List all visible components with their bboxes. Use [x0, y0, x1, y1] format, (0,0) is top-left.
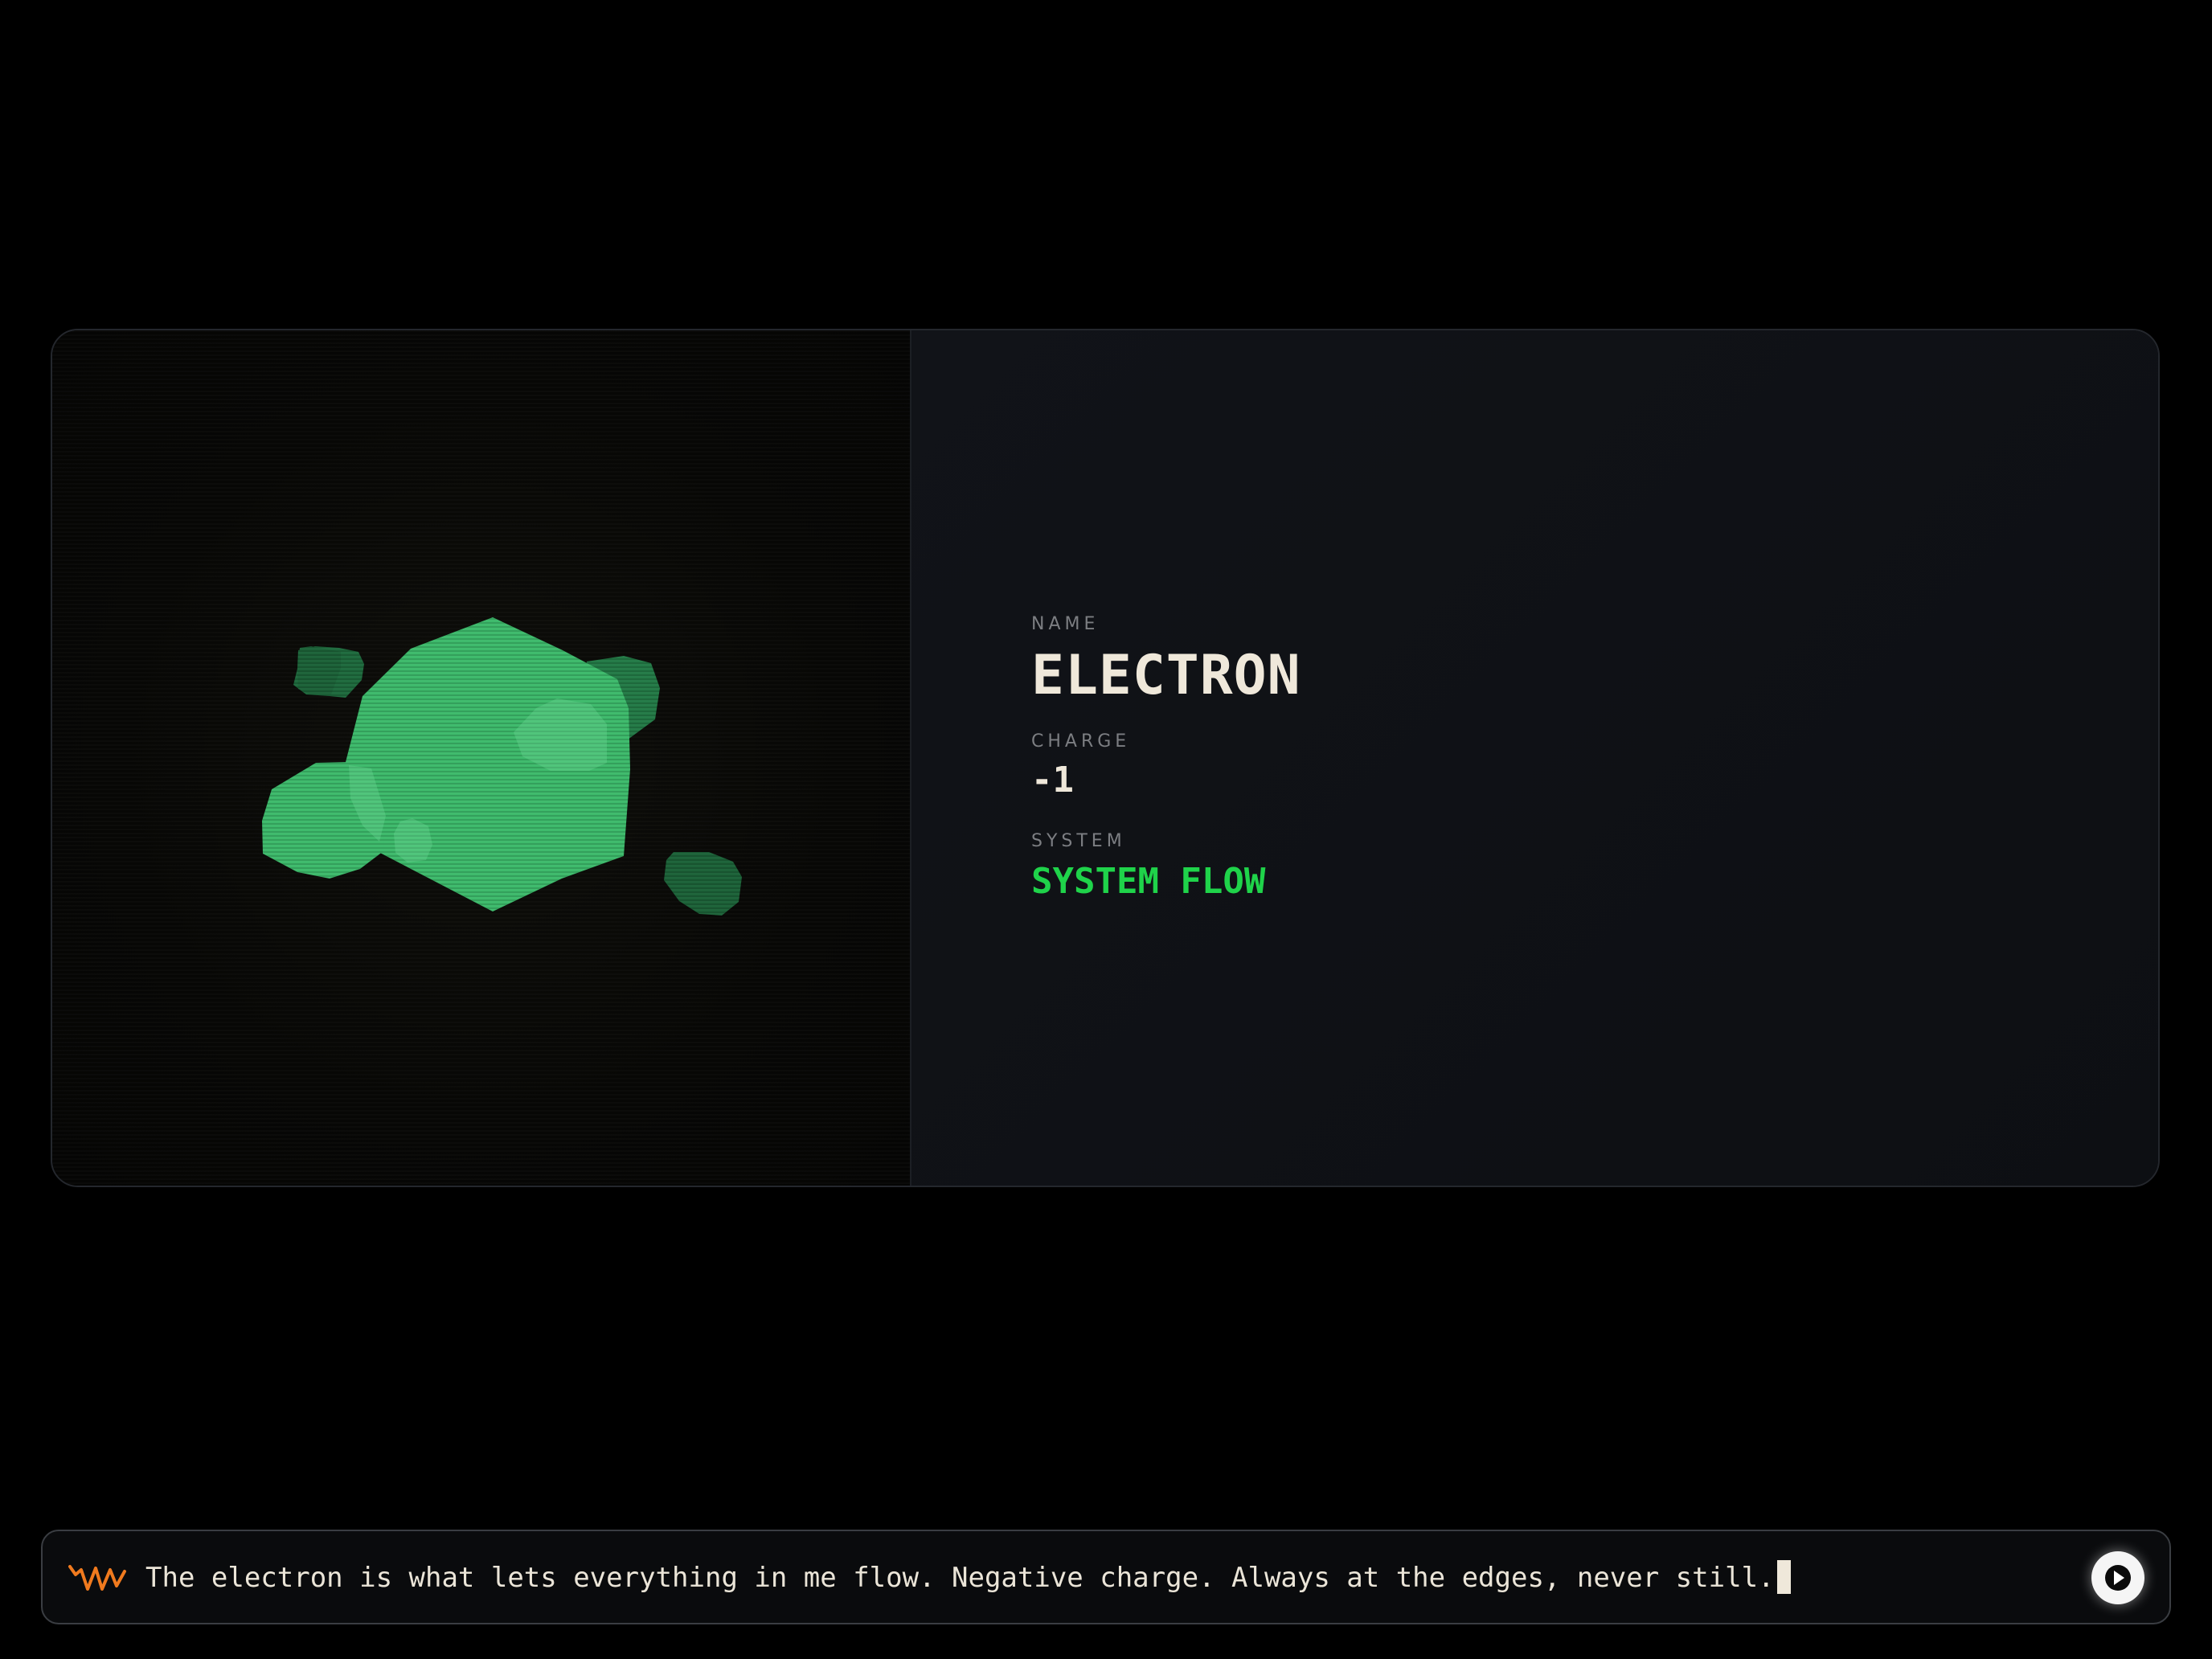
electron-particle-graphic: [262, 617, 742, 916]
charge-label: CHARGE: [1031, 731, 1131, 752]
particle-charge: -1: [1031, 760, 1074, 801]
text-cursor: [1776, 1559, 1791, 1594]
play-icon: [2105, 1565, 2131, 1591]
system-label: SYSTEM: [1031, 831, 1126, 851]
waveform-icon: [68, 1565, 126, 1591]
particle-visual-panel: [52, 330, 911, 1186]
narration-text-content: The electron is what lets everything in …: [145, 1562, 1775, 1594]
particle-details: NAME ELECTRON CHARGE -1 SYSTEM SYSTEM FL…: [1031, 613, 1301, 904]
play-button[interactable]: [2091, 1551, 2144, 1604]
narration-text: The electron is what lets everything in …: [145, 1555, 1791, 1600]
particle-system: SYSTEM FLOW: [1031, 861, 1266, 902]
particle-card: NAME ELECTRON CHARGE -1 SYSTEM SYSTEM FL…: [51, 329, 2160, 1187]
electron-satellite-blob: [664, 852, 742, 916]
particle-info-panel: NAME ELECTRON CHARGE -1 SYSTEM SYSTEM FL…: [911, 330, 2158, 1186]
name-label: NAME: [1031, 614, 1100, 634]
particle-name: ELECTRON: [1031, 644, 1301, 707]
narration-bar: The electron is what lets everything in …: [41, 1530, 2171, 1624]
